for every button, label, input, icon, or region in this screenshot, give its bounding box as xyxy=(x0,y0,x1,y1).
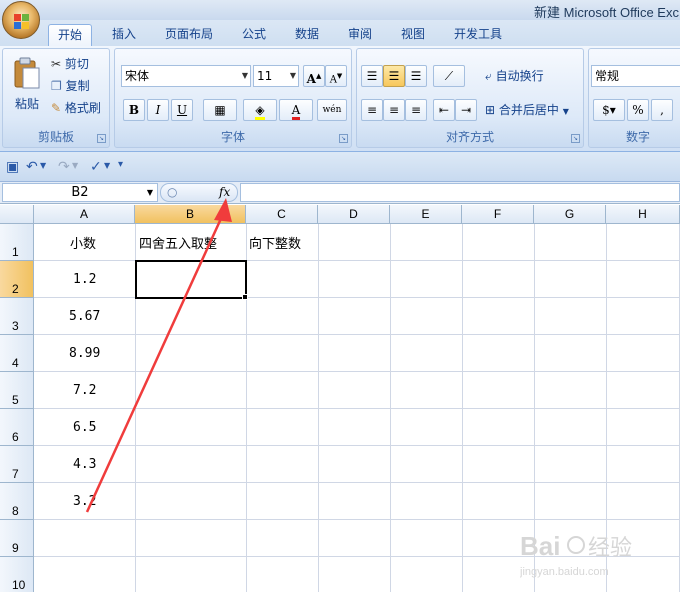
office-button[interactable] xyxy=(2,1,40,39)
arrow-line xyxy=(85,211,226,513)
annotation-arrow xyxy=(85,198,232,513)
office-logo-icon xyxy=(14,14,29,29)
arrow-head xyxy=(214,198,232,222)
